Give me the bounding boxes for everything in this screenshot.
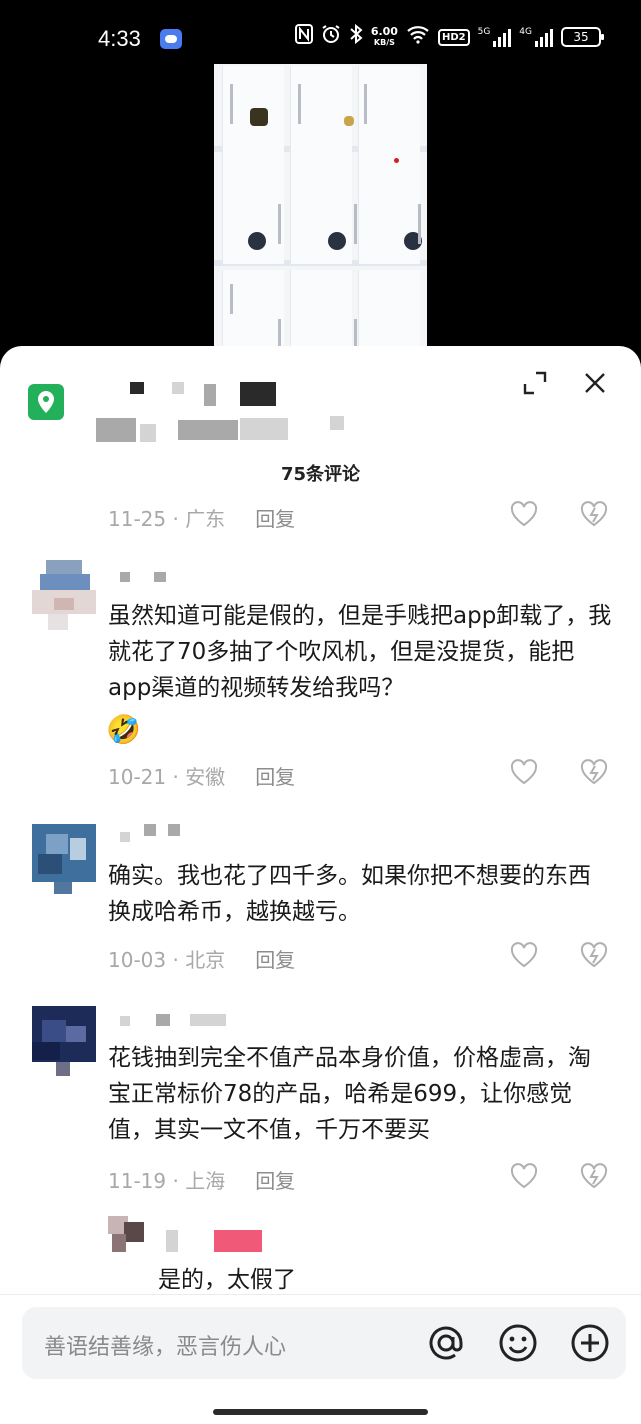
battery-level: 35 <box>573 30 589 44</box>
reply-text: 是的，太假了 <box>158 1267 296 1293</box>
rolling-laughing-emoji: 🤣 <box>106 713 141 746</box>
dislike-icon[interactable] <box>580 501 608 527</box>
nfc-icon <box>294 24 313 50</box>
comment-count: 75条评论 <box>280 464 361 485</box>
video-preview[interactable] <box>0 64 641 364</box>
comment-meta: 10-21 · 安徽 回复 <box>108 761 295 790</box>
like-icon[interactable] <box>510 759 538 785</box>
location-icon[interactable] <box>28 384 64 420</box>
comment-input[interactable]: 善语结善缘，恶言伤人心 <box>22 1307 626 1379</box>
video-thumbnail[interactable] <box>214 64 427 364</box>
emoji-icon[interactable] <box>498 1323 538 1363</box>
comment-sheet: 75条评论 11-25 · 广东 回复 虽然知道可能是假的，但是手贱把app卸载… <box>0 346 641 1424</box>
close-icon[interactable] <box>582 370 608 396</box>
reply-button[interactable]: 回复 <box>255 1165 295 1194</box>
dislike-icon[interactable] <box>580 942 608 968</box>
comment-date-location: 10-21 · 安徽 <box>108 765 226 789</box>
comment-text: 确实。我也花了四千多。如果你把不想要的东西换成哈希币，越换越亏。 <box>108 863 591 925</box>
like-icon[interactable] <box>510 501 538 527</box>
signal-5g-label: 5G <box>477 27 491 37</box>
reply-button[interactable]: 回复 <box>255 761 295 790</box>
reply-button[interactable]: 回复 <box>255 503 295 532</box>
expand-icon[interactable] <box>522 370 548 396</box>
comment-date-location: 11-19 · 上海 <box>108 1169 226 1193</box>
reply-button[interactable]: 回复 <box>255 944 295 973</box>
net-speed-value: 6.00 <box>370 25 398 38</box>
comment-meta: 11-19 · 上海 回复 <box>108 1165 295 1194</box>
avatar[interactable] <box>32 560 96 630</box>
reply-avatar[interactable] <box>108 1216 144 1252</box>
bluetooth-icon <box>349 23 363 50</box>
signal-5g-icon: 5G <box>478 27 512 47</box>
network-speed: 6.00 KB/S <box>371 26 398 48</box>
comment-meta: 11-25 · 广东 回复 <box>108 503 295 532</box>
wifi-icon <box>406 24 430 50</box>
mention-icon[interactable] <box>426 1323 466 1363</box>
status-bar: 4:33 6.00 KB/S HD2 5G 4G 35 <box>0 0 641 64</box>
add-icon[interactable] <box>570 1323 610 1363</box>
app-notification-icon <box>160 29 182 49</box>
avatar[interactable] <box>32 824 96 894</box>
signal-4g-icon: 4G <box>519 27 553 47</box>
comment-meta: 10-03 · 北京 回复 <box>108 944 295 973</box>
battery-icon: 35 <box>561 27 604 47</box>
status-icons: 6.00 KB/S HD2 5G 4G 35 <box>294 23 604 50</box>
comment-date-location: 11-25 · 广东 <box>108 507 226 531</box>
net-speed-unit: KB/S <box>373 38 395 47</box>
comment-text: 花钱抽到完全不值产品本身价值，价格虚高，淘宝正常标价78的产品，哈希是699，让… <box>108 1045 591 1143</box>
hd-voice-badge: HD2 <box>437 28 470 46</box>
home-indicator[interactable] <box>213 1409 428 1415</box>
status-time: 4:33 <box>98 26 141 51</box>
like-icon[interactable] <box>510 1163 538 1189</box>
comment-input-bar: 善语结善缘，恶言伤人心 <box>0 1294 641 1424</box>
comment-date-location: 10-03 · 北京 <box>108 948 226 972</box>
dislike-icon[interactable] <box>580 1163 608 1189</box>
dislike-icon[interactable] <box>580 759 608 785</box>
like-icon[interactable] <box>510 942 538 968</box>
alarm-icon <box>321 24 341 50</box>
avatar[interactable] <box>32 1006 96 1076</box>
comment-text: 虽然知道可能是假的，但是手贱把app卸载了，我就花了70多抽了个吹风机，但是没提… <box>108 603 612 701</box>
signal-4g-label: 4G <box>519 27 532 37</box>
comment-input-placeholder: 善语结善缘，恶言伤人心 <box>44 1335 287 1360</box>
